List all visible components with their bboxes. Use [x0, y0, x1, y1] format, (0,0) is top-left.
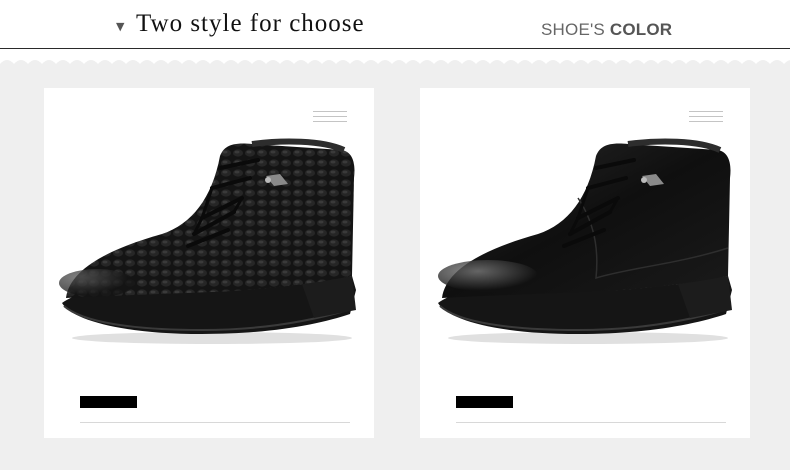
section-header: ▼ Two style for choose SHOE'S COLOR [0, 0, 790, 49]
card-divider [456, 422, 726, 423]
menu-lines-icon [313, 111, 347, 123]
section-title: Two style for choose [136, 10, 365, 37]
product-color-section: ▼ Two style for choose SHOE'S COLOR [0, 0, 790, 470]
card-divider [80, 422, 350, 423]
triangle-down-icon: ▼ [116, 20, 125, 33]
product-card-smooth[interactable] [420, 88, 750, 438]
shoe-color-label-prefix: SHOE'S [541, 20, 610, 39]
shoe-color-label-bold: COLOR [609, 20, 673, 39]
redacted-label [80, 396, 137, 408]
wavy-divider [0, 60, 790, 70]
redacted-label [456, 396, 513, 408]
menu-lines-icon [689, 111, 723, 123]
smooth-leather-boot-image [438, 138, 732, 344]
crocodile-boot-image [59, 138, 356, 344]
product-card-crocodile[interactable] [44, 88, 374, 438]
shoe-color-label: SHOE'S COLOR [541, 20, 672, 40]
